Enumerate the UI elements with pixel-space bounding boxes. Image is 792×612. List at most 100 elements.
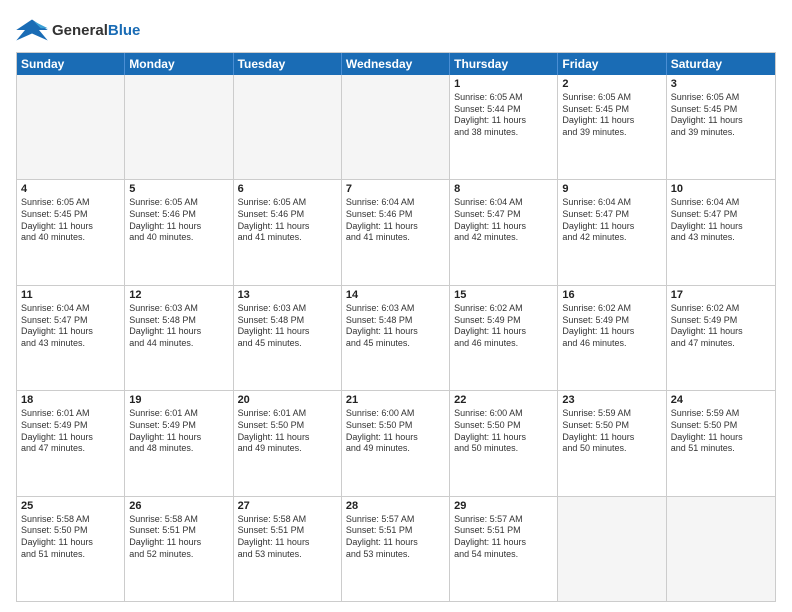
calendar-cell [667, 497, 775, 601]
header-day-monday: Monday [125, 53, 233, 75]
day-info: Sunrise: 6:05 AM Sunset: 5:45 PM Dayligh… [562, 92, 661, 139]
calendar-week-4: 18Sunrise: 6:01 AM Sunset: 5:49 PM Dayli… [17, 391, 775, 496]
day-info: Sunrise: 6:00 AM Sunset: 5:50 PM Dayligh… [454, 408, 553, 455]
header-day-tuesday: Tuesday [234, 53, 342, 75]
calendar-cell: 1 Sunrise: 6:05 AM Sunset: 5:44 PM Daylig… [450, 75, 558, 179]
day-number: 5 [129, 183, 228, 195]
day-info: Sunrise: 6:00 AM Sunset: 5:50 PM Dayligh… [346, 408, 445, 455]
day-number: 17 [671, 289, 771, 301]
day-number: 25 [21, 500, 120, 512]
calendar-body: 1 Sunrise: 6:05 AM Sunset: 5:44 PM Daylig… [17, 75, 775, 601]
calendar-cell: 11 Sunrise: 6:04 AM Sunset: 5:47 PM Dayli… [17, 286, 125, 390]
day-info: Sunrise: 5:58 AM Sunset: 5:50 PM Dayligh… [21, 514, 120, 561]
calendar-cell: 14 Sunrise: 6:03 AM Sunset: 5:48 PM Dayli… [342, 286, 450, 390]
calendar-header: SundayMondayTuesdayWednesdayThursdayFrid… [17, 53, 775, 75]
day-number: 9 [562, 183, 661, 195]
calendar-cell: 26 Sunrise: 5:58 AM Sunset: 5:51 PM Dayli… [125, 497, 233, 601]
day-number: 13 [238, 289, 337, 301]
header-day-thursday: Thursday [450, 53, 558, 75]
day-info: Sunrise: 6:05 AM Sunset: 5:45 PM Dayligh… [21, 197, 120, 244]
calendar-cell: 20Sunrise: 6:01 AM Sunset: 5:50 PM Dayli… [234, 391, 342, 495]
calendar-week-5: 25 Sunrise: 5:58 AM Sunset: 5:50 PM Dayli… [17, 497, 775, 601]
day-info: Sunrise: 5:59 AM Sunset: 5:50 PM Dayligh… [562, 408, 661, 455]
day-info: Sunrise: 6:04 AM Sunset: 5:47 PM Dayligh… [562, 197, 661, 244]
header-day-sunday: Sunday [17, 53, 125, 75]
day-number: 8 [454, 183, 553, 195]
day-number: 16 [562, 289, 661, 301]
day-info: Sunrise: 6:02 AM Sunset: 5:49 PM Dayligh… [454, 303, 553, 350]
day-info: Sunrise: 5:57 AM Sunset: 5:51 PM Dayligh… [346, 514, 445, 561]
calendar-cell: 5 Sunrise: 6:05 AM Sunset: 5:46 PM Daylig… [125, 180, 233, 284]
calendar-cell: 13 Sunrise: 6:03 AM Sunset: 5:48 PM Dayli… [234, 286, 342, 390]
day-number: 29 [454, 500, 553, 512]
day-number: 10 [671, 183, 771, 195]
calendar-cell: 17Sunrise: 6:02 AM Sunset: 5:49 PM Dayli… [667, 286, 775, 390]
day-info: Sunrise: 5:59 AM Sunset: 5:50 PM Dayligh… [671, 408, 771, 455]
day-number: 24 [671, 394, 771, 406]
day-number: 14 [346, 289, 445, 301]
day-info: Sunrise: 6:04 AM Sunset: 5:47 PM Dayligh… [21, 303, 120, 350]
day-number: 11 [21, 289, 120, 301]
day-number: 23 [562, 394, 661, 406]
day-info: Sunrise: 5:58 AM Sunset: 5:51 PM Dayligh… [238, 514, 337, 561]
day-info: Sunrise: 6:03 AM Sunset: 5:48 PM Dayligh… [238, 303, 337, 350]
page: GeneralBlue SundayMondayTuesdayWednesday… [0, 0, 792, 612]
calendar-cell: 18Sunrise: 6:01 AM Sunset: 5:49 PM Dayli… [17, 391, 125, 495]
calendar-cell [234, 75, 342, 179]
calendar-cell: 15 Sunrise: 6:02 AM Sunset: 5:49 PM Dayli… [450, 286, 558, 390]
day-info: Sunrise: 6:05 AM Sunset: 5:45 PM Dayligh… [671, 92, 771, 139]
calendar-cell [558, 497, 666, 601]
day-number: 27 [238, 500, 337, 512]
calendar: SundayMondayTuesdayWednesdayThursdayFrid… [16, 52, 776, 602]
logo-text: GeneralBlue [52, 22, 140, 39]
day-info: Sunrise: 6:01 AM Sunset: 5:49 PM Dayligh… [129, 408, 228, 455]
calendar-cell: 7Sunrise: 6:04 AM Sunset: 5:46 PM Daylig… [342, 180, 450, 284]
day-info: Sunrise: 5:58 AM Sunset: 5:51 PM Dayligh… [129, 514, 228, 561]
day-number: 20 [238, 394, 337, 406]
calendar-cell [125, 75, 233, 179]
day-info: Sunrise: 5:57 AM Sunset: 5:51 PM Dayligh… [454, 514, 553, 561]
calendar-cell: 12 Sunrise: 6:03 AM Sunset: 5:48 PM Dayli… [125, 286, 233, 390]
calendar-cell: 10Sunrise: 6:04 AM Sunset: 5:47 PM Dayli… [667, 180, 775, 284]
calendar-cell [17, 75, 125, 179]
calendar-cell: 2 Sunrise: 6:05 AM Sunset: 5:45 PM Daylig… [558, 75, 666, 179]
logo-icon [16, 16, 48, 44]
calendar-cell: 8 Sunrise: 6:04 AM Sunset: 5:47 PM Daylig… [450, 180, 558, 284]
calendar-week-1: 1 Sunrise: 6:05 AM Sunset: 5:44 PM Daylig… [17, 75, 775, 180]
day-number: 22 [454, 394, 553, 406]
logo: GeneralBlue [16, 16, 140, 44]
day-info: Sunrise: 6:02 AM Sunset: 5:49 PM Dayligh… [562, 303, 661, 350]
calendar-cell: 9 Sunrise: 6:04 AM Sunset: 5:47 PM Daylig… [558, 180, 666, 284]
calendar-cell: 3 Sunrise: 6:05 AM Sunset: 5:45 PM Daylig… [667, 75, 775, 179]
calendar-week-2: 4 Sunrise: 6:05 AM Sunset: 5:45 PM Daylig… [17, 180, 775, 285]
day-info: Sunrise: 6:03 AM Sunset: 5:48 PM Dayligh… [346, 303, 445, 350]
day-number: 6 [238, 183, 337, 195]
day-info: Sunrise: 6:05 AM Sunset: 5:44 PM Dayligh… [454, 92, 553, 139]
day-number: 19 [129, 394, 228, 406]
header-day-saturday: Saturday [667, 53, 775, 75]
day-info: Sunrise: 6:01 AM Sunset: 5:49 PM Dayligh… [21, 408, 120, 455]
calendar-cell: 29 Sunrise: 5:57 AM Sunset: 5:51 PM Dayli… [450, 497, 558, 601]
day-number: 7 [346, 183, 445, 195]
calendar-cell: 4 Sunrise: 6:05 AM Sunset: 5:45 PM Daylig… [17, 180, 125, 284]
day-info: Sunrise: 6:05 AM Sunset: 5:46 PM Dayligh… [129, 197, 228, 244]
day-number: 21 [346, 394, 445, 406]
calendar-cell: 6Sunrise: 6:05 AM Sunset: 5:46 PM Daylig… [234, 180, 342, 284]
calendar-cell: 28Sunrise: 5:57 AM Sunset: 5:51 PM Dayli… [342, 497, 450, 601]
header-day-friday: Friday [558, 53, 666, 75]
header: GeneralBlue [16, 16, 776, 44]
calendar-cell: 25 Sunrise: 5:58 AM Sunset: 5:50 PM Dayli… [17, 497, 125, 601]
day-number: 2 [562, 78, 661, 90]
calendar-cell: 22 Sunrise: 6:00 AM Sunset: 5:50 PM Dayli… [450, 391, 558, 495]
day-number: 12 [129, 289, 228, 301]
calendar-cell: 23 Sunrise: 5:59 AM Sunset: 5:50 PM Dayli… [558, 391, 666, 495]
day-info: Sunrise: 6:04 AM Sunset: 5:47 PM Dayligh… [454, 197, 553, 244]
calendar-cell: 27 Sunrise: 5:58 AM Sunset: 5:51 PM Dayli… [234, 497, 342, 601]
day-number: 26 [129, 500, 228, 512]
day-info: Sunrise: 6:03 AM Sunset: 5:48 PM Dayligh… [129, 303, 228, 350]
day-number: 1 [454, 78, 553, 90]
day-number: 3 [671, 78, 771, 90]
day-number: 4 [21, 183, 120, 195]
calendar-week-3: 11 Sunrise: 6:04 AM Sunset: 5:47 PM Dayli… [17, 286, 775, 391]
day-number: 15 [454, 289, 553, 301]
